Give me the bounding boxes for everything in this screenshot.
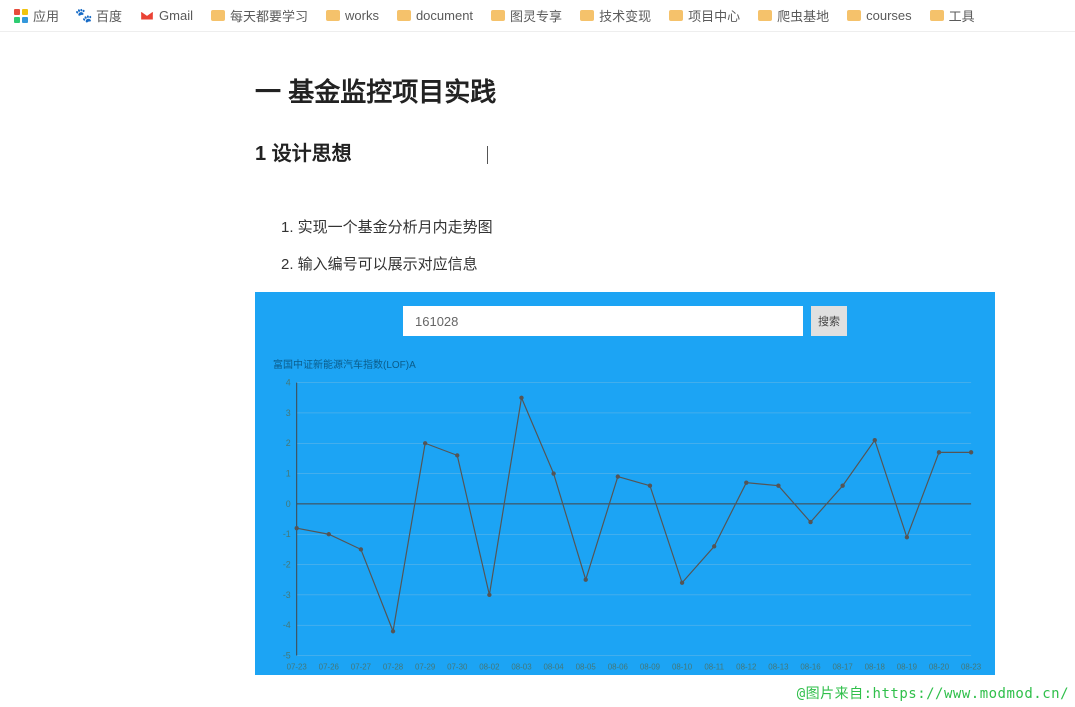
svg-text:-2: -2 <box>283 560 291 570</box>
bookmark-label: Gmail <box>159 8 193 23</box>
bookmark-label: 项目中心 <box>688 6 740 25</box>
svg-text:08-09: 08-09 <box>640 662 661 671</box>
bookmark-bar: 应用 🐾 百度 Gmail 每天都要学习 works document 图灵专享 技术变现 项目… <box>0 0 1075 32</box>
bookmark-item[interactable]: 爬虫基地 <box>758 6 829 25</box>
bookmark-item[interactable]: 技术变现 <box>580 6 651 25</box>
svg-text:07-26: 07-26 <box>319 662 340 671</box>
svg-text:-4: -4 <box>283 620 291 630</box>
text-cursor-icon <box>487 146 488 164</box>
folder-icon <box>211 10 225 21</box>
bookmark-label: 技术变现 <box>599 6 651 25</box>
section-title: 1 设计思想 <box>255 137 1075 166</box>
svg-text:07-30: 07-30 <box>447 662 468 671</box>
svg-text:08-12: 08-12 <box>736 662 756 671</box>
bookmark-item[interactable]: document <box>397 8 473 23</box>
svg-text:-5: -5 <box>283 651 291 661</box>
bookmark-label: 工具 <box>949 6 975 25</box>
bookmark-label: 每天都要学习 <box>230 6 308 25</box>
apps-label: 应用 <box>33 6 59 25</box>
svg-text:08-13: 08-13 <box>768 662 789 671</box>
svg-text:-1: -1 <box>283 529 291 539</box>
folder-icon <box>491 10 505 21</box>
gmail-icon <box>140 9 154 23</box>
chart-panel: 搜索 富国中证新能源汽车指数(LOF)A -5 -4 -3 -2 -1 0 1 2 3 4 07-2… <box>255 292 995 675</box>
bookmark-item[interactable]: 每天都要学习 <box>211 6 308 25</box>
folder-icon <box>758 10 772 21</box>
fund-code-input[interactable] <box>403 306 803 336</box>
bookmark-item[interactable]: works <box>326 8 379 23</box>
apps-icon <box>14 9 28 23</box>
bookmark-label: works <box>345 8 379 23</box>
bookmark-label: document <box>416 8 473 23</box>
folder-icon <box>580 10 594 21</box>
svg-text:08-04: 08-04 <box>543 662 564 671</box>
folder-icon <box>669 10 683 21</box>
svg-text:2: 2 <box>286 438 291 448</box>
apps-button[interactable]: 应用 <box>14 6 59 25</box>
svg-text:08-17: 08-17 <box>833 662 853 671</box>
search-row: 搜索 <box>269 306 981 336</box>
bookmark-item[interactable]: 工具 <box>930 6 975 25</box>
baidu-icon: 🐾 <box>77 9 91 23</box>
svg-text:08-20: 08-20 <box>929 662 950 671</box>
svg-text:08-05: 08-05 <box>576 662 597 671</box>
page-title: 一 基金监控项目实践 <box>255 72 1075 109</box>
svg-text:08-11: 08-11 <box>704 662 724 671</box>
svg-text:08-03: 08-03 <box>511 662 532 671</box>
svg-text:08-19: 08-19 <box>897 662 918 671</box>
svg-text:08-23: 08-23 <box>961 662 981 671</box>
line-chart: -5 -4 -3 -2 -1 0 1 2 3 4 07-23 07-26 07-27 07-28 07-29… <box>269 375 981 675</box>
bookmark-label: 图灵专享 <box>510 6 562 25</box>
svg-text:08-16: 08-16 <box>800 662 821 671</box>
list-item: 2. 输入编号可以展示对应信息 <box>281 253 1075 274</box>
bookmark-item[interactable]: 🐾 百度 <box>77 6 122 25</box>
bookmark-item[interactable]: courses <box>847 8 912 23</box>
svg-text:07-29: 07-29 <box>415 662 436 671</box>
search-button[interactable]: 搜索 <box>811 306 847 336</box>
bookmark-item[interactable]: Gmail <box>140 8 193 23</box>
bookmark-label: courses <box>866 8 912 23</box>
watermark: @图片来自:https://www.modmod.cn/ <box>797 683 1069 703</box>
svg-text:0: 0 <box>286 499 291 509</box>
document-content: 一 基金监控项目实践 1 设计思想 1. 实现一个基金分析月内走势图 2. 输入… <box>0 32 1075 675</box>
folder-icon <box>326 10 340 21</box>
folder-icon <box>847 10 861 21</box>
svg-text:07-27: 07-27 <box>351 662 371 671</box>
svg-text:08-10: 08-10 <box>672 662 693 671</box>
svg-text:4: 4 <box>286 378 291 388</box>
svg-text:-3: -3 <box>283 590 291 600</box>
bookmark-label: 百度 <box>96 6 122 25</box>
bookmark-label: 爬虫基地 <box>777 6 829 25</box>
chart-title: 富国中证新能源汽车指数(LOF)A <box>273 356 981 371</box>
svg-text:08-18: 08-18 <box>865 662 886 671</box>
folder-icon <box>930 10 944 21</box>
svg-text:08-02: 08-02 <box>479 662 499 671</box>
svg-text:1: 1 <box>286 469 291 479</box>
folder-icon <box>397 10 411 21</box>
section-title-text: 1 设计思想 <box>255 143 352 165</box>
bookmark-item[interactable]: 项目中心 <box>669 6 740 25</box>
svg-text:3: 3 <box>286 408 291 418</box>
chart-area: -5 -4 -3 -2 -1 0 1 2 3 4 07-23 07-26 07-27 07-28 07-29… <box>269 375 981 675</box>
bookmark-item[interactable]: 图灵专享 <box>491 6 562 25</box>
design-list: 1. 实现一个基金分析月内走势图 2. 输入编号可以展示对应信息 <box>255 216 1075 274</box>
svg-text:07-23: 07-23 <box>287 662 308 671</box>
svg-text:08-06: 08-06 <box>608 662 629 671</box>
svg-text:07-28: 07-28 <box>383 662 404 671</box>
list-item: 1. 实现一个基金分析月内走势图 <box>281 216 1075 237</box>
